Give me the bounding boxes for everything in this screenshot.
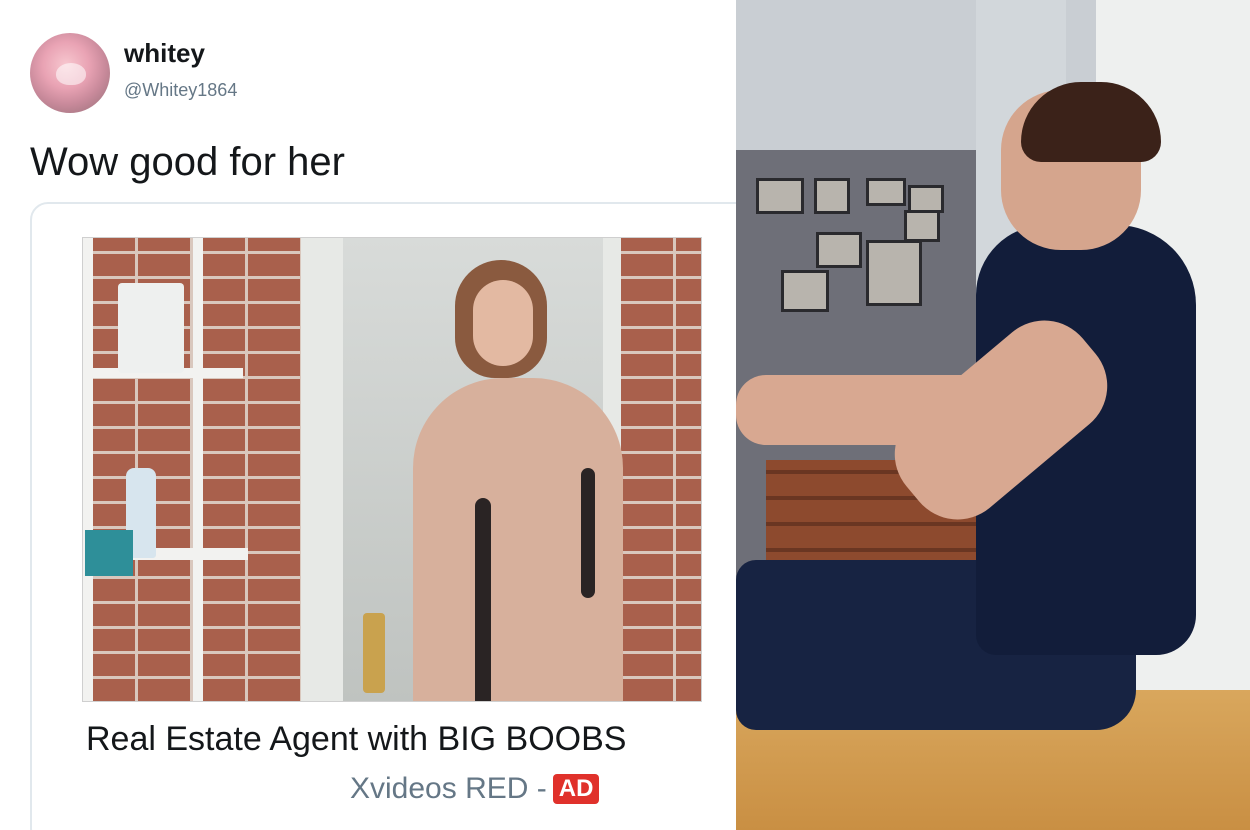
box bbox=[85, 530, 133, 576]
tweet-text: Wow good for her bbox=[30, 140, 345, 184]
dress-stripe bbox=[581, 468, 595, 598]
person-face bbox=[473, 280, 533, 366]
user-handle[interactable]: @Whitey1864 bbox=[124, 80, 237, 101]
tweet-panel: whitey @Whitey1864 Wow good for her Real… bbox=[0, 0, 736, 830]
card-title[interactable]: Real Estate Agent with BIG BOOBS bbox=[86, 720, 626, 759]
picture-frame bbox=[814, 178, 850, 214]
picture-frame bbox=[866, 240, 922, 306]
photo-panel bbox=[736, 0, 1250, 830]
picture-frame bbox=[904, 210, 940, 242]
picture-frame bbox=[908, 185, 944, 213]
window-frame bbox=[193, 238, 203, 701]
door-handle bbox=[363, 613, 385, 693]
card-source: Xvideos RED - AD bbox=[350, 772, 600, 806]
picture-frame bbox=[816, 232, 862, 268]
avatar[interactable] bbox=[30, 33, 110, 113]
dress-stripe bbox=[475, 498, 491, 701]
card-source-label: Xvideos RED - bbox=[350, 772, 547, 805]
picture-frame bbox=[781, 270, 829, 312]
bucket bbox=[118, 283, 184, 373]
ad-badge: AD bbox=[552, 774, 600, 804]
brick-wall-right bbox=[621, 238, 701, 701]
window-frame bbox=[83, 238, 93, 701]
display-name[interactable]: whitey bbox=[124, 38, 205, 69]
picture-frame bbox=[866, 178, 906, 206]
picture-frame bbox=[756, 178, 804, 214]
card-thumbnail[interactable] bbox=[82, 237, 702, 702]
